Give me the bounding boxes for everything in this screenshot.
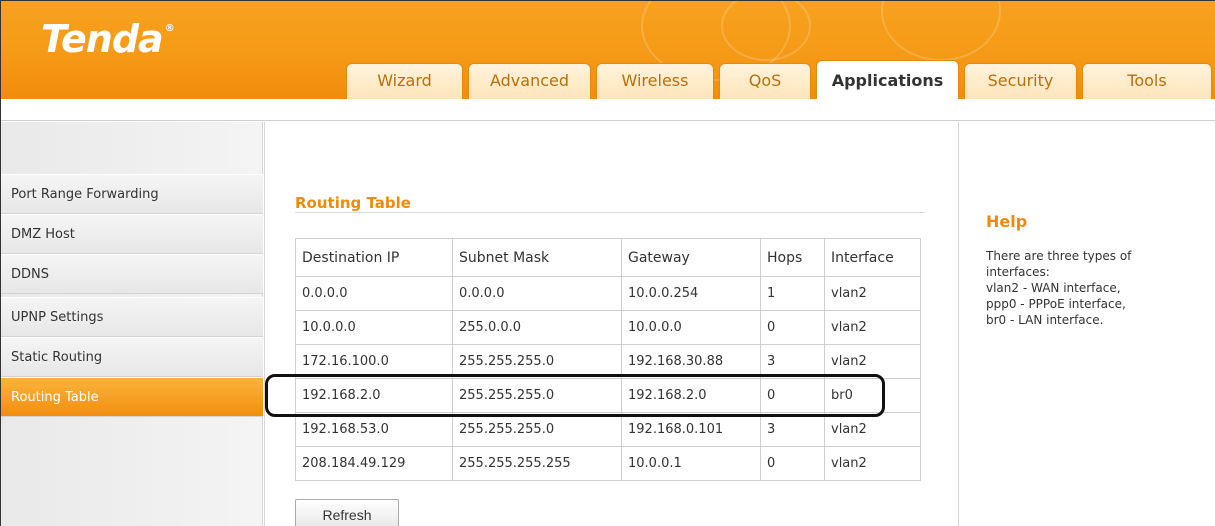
column-header-subnet-mask: Subnet Mask <box>452 238 622 277</box>
cell-interface: vlan2 <box>824 446 921 481</box>
header-decoration <box>881 1 1001 61</box>
cell-gateway: 192.168.2.0 <box>621 378 761 413</box>
cell-gateway: 10.0.0.1 <box>621 446 761 481</box>
cell-interface: vlan2 <box>824 276 921 311</box>
cell-subnet-mask: 255.255.255.255 <box>452 446 622 481</box>
sidebar-item-dmz-host[interactable]: DMZ Host <box>1 214 263 254</box>
table-row: 10.0.0.0 255.0.0.0 10.0.0.0 0 vlan2 <box>295 310 921 345</box>
help-line: br0 - LAN interface. <box>986 313 1104 327</box>
main-content: Routing Table Destination IP Subnet Mask… <box>264 122 959 526</box>
main-tabs: Wizard Advanced Wireless QoS Application… <box>1 60 1215 99</box>
sidebar-item-upnp-settings[interactable]: UPNP Settings <box>1 297 263 337</box>
column-header-hops: Hops <box>760 238 825 277</box>
table-row: 0.0.0.0 0.0.0.0 10.0.0.254 1 vlan2 <box>295 276 921 311</box>
table-header-row: Destination IP Subnet Mask Gateway Hops … <box>295 238 921 277</box>
table-row-highlighted: 192.168.2.0 255.255.255.0 192.168.2.0 0 … <box>295 378 921 413</box>
cell-interface: vlan2 <box>824 412 921 447</box>
table-row: 172.16.100.0 255.255.255.0 192.168.30.88… <box>295 344 921 379</box>
cell-interface: br0 <box>824 378 921 413</box>
sidebar-item-ddns[interactable]: DDNS <box>1 254 263 294</box>
cell-subnet-mask: 255.0.0.0 <box>452 310 622 345</box>
cell-hops: 0 <box>760 378 825 413</box>
column-header-destination-ip: Destination IP <box>295 238 453 277</box>
cell-subnet-mask: 255.255.255.0 <box>452 378 622 413</box>
cell-destination-ip: 208.184.49.129 <box>295 446 453 481</box>
table-row: 208.184.49.129 255.255.255.255 10.0.0.1 … <box>295 446 921 481</box>
sidebar-item-routing-table[interactable]: Routing Table <box>1 377 263 417</box>
sidebar-item-port-range-forwarding[interactable]: Port Range Forwarding <box>1 174 263 214</box>
cell-interface: vlan2 <box>824 310 921 345</box>
tab-advanced[interactable]: Advanced <box>468 63 591 99</box>
tenda-logo: Tenda ® <box>41 17 175 61</box>
help-panel: Help There are three types of interfaces… <box>960 122 1215 526</box>
cell-gateway: 10.0.0.0 <box>621 310 761 345</box>
cell-hops: 3 <box>760 412 825 447</box>
help-title: Help <box>986 212 1028 231</box>
cell-destination-ip: 172.16.100.0 <box>295 344 453 379</box>
cell-hops: 1 <box>760 276 825 311</box>
tab-security[interactable]: Security <box>964 63 1077 99</box>
cell-gateway: 10.0.0.254 <box>621 276 761 311</box>
cell-destination-ip: 192.168.53.0 <box>295 412 453 447</box>
tab-wireless[interactable]: Wireless <box>596 63 714 99</box>
routing-table: Destination IP Subnet Mask Gateway Hops … <box>295 238 921 481</box>
cell-hops: 0 <box>760 446 825 481</box>
sub-nav-bar <box>1 99 1215 121</box>
help-line: ppp0 - PPPoE interface, <box>986 297 1126 311</box>
cell-subnet-mask: 0.0.0.0 <box>452 276 622 311</box>
help-text: There are three types of interfaces: vla… <box>986 248 1186 328</box>
cell-gateway: 192.168.0.101 <box>621 412 761 447</box>
cell-destination-ip: 10.0.0.0 <box>295 310 453 345</box>
column-header-interface: Interface <box>824 238 921 277</box>
help-line: vlan2 - WAN interface, <box>986 281 1121 295</box>
title-divider <box>295 212 925 213</box>
sidebar: Port Range Forwarding DMZ Host DDNS UPNP… <box>1 122 263 526</box>
table-row: 192.168.53.0 255.255.255.0 192.168.0.101… <box>295 412 921 447</box>
help-line: There are three types of interfaces: <box>986 249 1136 279</box>
tab-qos[interactable]: QoS <box>719 63 811 99</box>
sidebar-item-static-routing[interactable]: Static Routing <box>1 337 263 377</box>
cell-gateway: 192.168.30.88 <box>621 344 761 379</box>
router-admin-window: Tenda ® Wizard Advanced Wireless QoS Appl… <box>0 0 1215 526</box>
cell-hops: 0 <box>760 310 825 345</box>
header-bar: Tenda ® Wizard Advanced Wireless QoS Appl… <box>1 1 1215 99</box>
cell-subnet-mask: 255.255.255.0 <box>452 412 622 447</box>
cell-destination-ip: 192.168.2.0 <box>295 378 453 413</box>
cell-interface: vlan2 <box>824 344 921 379</box>
page-title: Routing Table <box>295 194 411 212</box>
refresh-button[interactable]: Refresh <box>295 499 399 526</box>
cell-subnet-mask: 255.255.255.0 <box>452 344 622 379</box>
cell-destination-ip: 0.0.0.0 <box>295 276 453 311</box>
tab-applications[interactable]: Applications <box>816 60 959 99</box>
tab-tools[interactable]: Tools <box>1082 63 1212 99</box>
column-header-gateway: Gateway <box>621 238 761 277</box>
tab-wizard[interactable]: Wizard <box>346 63 463 99</box>
cell-hops: 3 <box>760 344 825 379</box>
